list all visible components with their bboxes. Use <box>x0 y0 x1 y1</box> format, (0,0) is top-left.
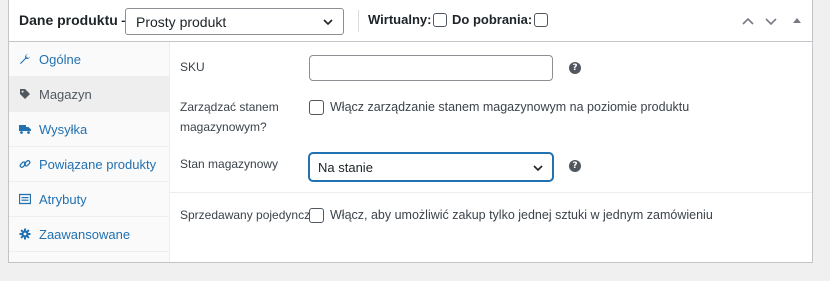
product-type-select[interactable]: Prosty produkt <box>125 8 344 35</box>
tag-icon <box>20 89 30 99</box>
truck-icon <box>19 125 31 134</box>
collapse-toggle-icon[interactable] <box>789 13 805 29</box>
downloadable-option[interactable]: Do pobrania: <box>452 12 549 27</box>
tab-linked-products[interactable]: Powiązane produkty <box>9 147 169 182</box>
virtual-option[interactable]: Wirtualny: <box>368 12 448 27</box>
section-divider <box>170 192 812 193</box>
stock-status-label: Stan magazynowy <box>180 157 279 171</box>
chevron-down-icon <box>533 165 543 172</box>
help-icon[interactable]: ? <box>569 62 581 74</box>
header-divider <box>358 10 359 32</box>
tab-advanced[interactable]: Zaawansowane <box>9 217 169 252</box>
link-icon <box>19 160 31 168</box>
manage-stock-checkbox[interactable] <box>309 100 324 115</box>
tab-label: Powiązane produkty <box>39 156 157 172</box>
product-data-tabs: Ogólne Magazyn Wysyłka Powiązane produkt… <box>9 42 170 262</box>
stock-status-select[interactable]: Na stanie <box>309 153 553 181</box>
tab-label: Magazyn <box>39 86 92 102</box>
tab-label: Ogólne <box>39 51 81 67</box>
tab-label: Zaawansowane <box>39 226 131 242</box>
manage-stock-description: Włącz zarządzanie stanem magazynowym na … <box>330 100 690 114</box>
panel-title: Dane produktu — <box>19 12 136 28</box>
downloadable-checkbox[interactable] <box>534 12 549 27</box>
manage-stock-label-line1: Zarządzać stanem <box>180 100 279 114</box>
sku-input[interactable] <box>309 55 553 81</box>
tab-general[interactable]: Ogólne <box>9 42 169 77</box>
list-icon <box>19 193 31 205</box>
sold-individually-description: Włącz, aby umożliwić zakup tylko jednej … <box>330 208 713 222</box>
product-data-panel: Dane produktu — Prosty produkt Wirtualny… <box>8 0 813 263</box>
panel-header: Dane produktu — Prosty produkt Wirtualny… <box>9 0 812 42</box>
gear-icon <box>19 228 31 240</box>
help-icon[interactable]: ? <box>569 160 581 172</box>
move-up-icon[interactable] <box>740 13 756 29</box>
virtual-label: Wirtualny: <box>368 12 432 27</box>
stock-status-value: Na stanie <box>318 159 373 175</box>
product-type-value: Prosty produkt <box>136 13 227 30</box>
tab-label: Atrybuty <box>39 191 87 207</box>
inventory-panel: SKU ? Zarządzać stanem magazynowym? Włąc… <box>170 42 812 262</box>
wrench-icon <box>20 54 30 64</box>
manage-stock-label-line2: magazynowym? <box>180 120 267 134</box>
sold-individually-checkbox[interactable] <box>309 208 324 223</box>
sold-individually-label: Sprzedawany pojedynczo <box>180 208 317 222</box>
virtual-checkbox[interactable] <box>433 12 448 27</box>
move-down-icon[interactable] <box>763 13 779 29</box>
tab-shipping[interactable]: Wysyłka <box>9 112 169 147</box>
chevron-down-icon <box>323 19 333 26</box>
tab-label: Wysyłka <box>39 121 88 137</box>
downloadable-label: Do pobrania: <box>452 12 533 27</box>
tab-inventory[interactable]: Magazyn <box>9 77 169 112</box>
sku-label: SKU <box>180 60 205 74</box>
tab-attributes[interactable]: Atrybuty <box>9 182 169 217</box>
